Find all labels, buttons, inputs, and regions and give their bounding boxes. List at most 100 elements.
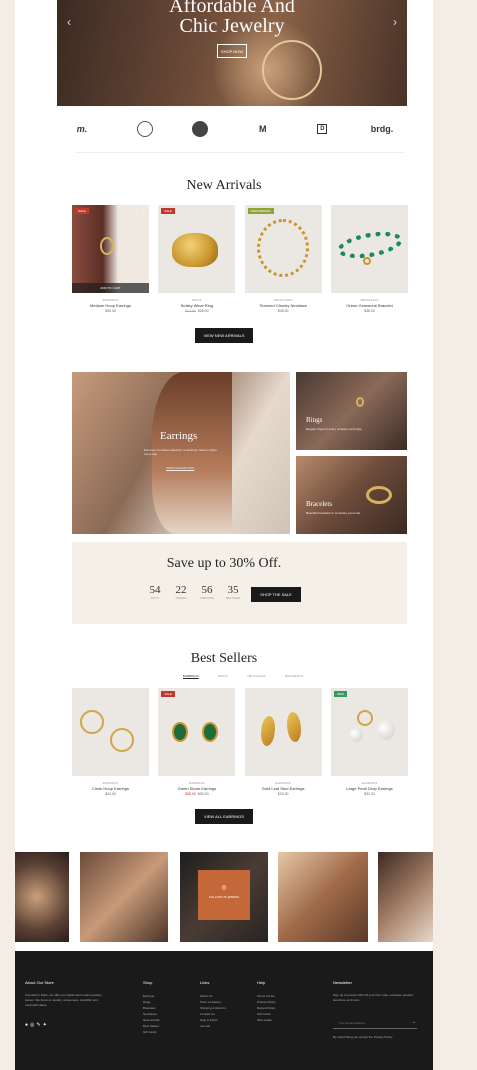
countdown-unit: HOURS xyxy=(175,596,187,600)
category-bracelets[interactable]: Bracelets Beautiful bracelets to complet… xyxy=(296,456,407,534)
tab-rings[interactable]: RINGS xyxy=(218,674,228,678)
brand-logo-6[interactable]: brdg. xyxy=(367,124,397,134)
category-bracelets-desc: Beautiful bracelets to complete your loo… xyxy=(306,511,361,515)
product-price-row: $32.00 $28.00 xyxy=(158,309,235,313)
chevron-left-icon[interactable]: ‹ xyxy=(67,15,71,29)
tab-earrings[interactable]: EARRINGS xyxy=(183,674,199,678)
countdown-days: 54 DAYS xyxy=(146,584,164,600)
footer-help-heading: Help xyxy=(257,980,266,985)
gold-leaf-right xyxy=(286,712,301,742)
footer-link[interactable]: Gift Cards xyxy=(143,1029,160,1035)
product-card[interactable]: SALE EARRINGS Green Stone Earrings $38.0… xyxy=(158,688,236,796)
product-name[interactable]: Circle Hoop Earrings xyxy=(72,786,149,791)
product-price-row: $32.00 xyxy=(331,792,408,796)
product-name[interactable]: Green Gemstone Bracelet xyxy=(331,303,408,308)
product-price: $38.00 xyxy=(364,309,375,313)
product-price: $28.00 xyxy=(197,309,209,313)
brand-logo-2[interactable] xyxy=(136,121,153,137)
product-image[interactable]: NEW xyxy=(330,688,408,776)
product-name[interactable]: Gold Leaf Stud Earrings xyxy=(245,786,322,791)
new-arrivals-grid: SALE ♡ ⌕ ADD TO CART EARRINGS Medium Hoo… xyxy=(72,205,408,313)
product-card[interactable]: NEW ARRIVAL NECKLACES Textured Chunky Ne… xyxy=(244,205,322,313)
product-name[interactable]: Textured Chunky Necklace xyxy=(245,303,322,308)
gallery-image-2[interactable] xyxy=(80,852,168,942)
brand-logo-1[interactable]: m. xyxy=(67,124,97,134)
product-card[interactable]: EARRINGS Gold Leaf Stud Earrings $26.00 xyxy=(244,688,322,796)
product-card[interactable]: NEW EARRINGS Large Pearl Drop Earrings $… xyxy=(330,688,408,796)
newsletter-text: Sign up to receive 10% off your first or… xyxy=(333,993,413,1002)
product-image[interactable]: NEW ARRIVAL xyxy=(244,205,322,293)
footer-about-text: Founded in Paris, we offer you stylish a… xyxy=(25,993,102,1007)
search-icon[interactable]: ⌕ xyxy=(142,208,145,214)
social-icons: ●◎✎✦ xyxy=(25,1022,49,1028)
product-price-row: $45.00 xyxy=(245,309,322,313)
brand-logo-3[interactable] xyxy=(192,121,209,137)
gallery-image-4[interactable] xyxy=(278,852,368,942)
product-image[interactable] xyxy=(330,205,408,293)
product-card[interactable]: BRACELETS Green Gemstone Bracelet $38.00 xyxy=(330,205,408,313)
product-image[interactable]: SALE xyxy=(158,205,236,293)
product-name[interactable]: Medium Hoop Earrings xyxy=(72,303,149,308)
follow-us-card[interactable]: ◎ FOLLOW US @BRDG xyxy=(198,870,250,920)
chevron-right-icon[interactable]: › xyxy=(393,15,397,29)
product-price: $32.00 xyxy=(364,792,375,796)
product-image[interactable] xyxy=(244,688,322,776)
heart-icon[interactable]: ♡ xyxy=(133,208,137,214)
product-category: EARRINGS xyxy=(102,298,119,302)
product-category: EARRINGS xyxy=(188,781,205,785)
add-to-cart-button[interactable]: ADD TO CART xyxy=(72,283,149,293)
hoop-right xyxy=(110,728,134,752)
arrow-right-icon[interactable]: → xyxy=(411,1019,416,1025)
newsletter-note: By subscribing you accept the Privacy Po… xyxy=(333,1035,393,1039)
category-rings-desc: Elegant rings for every occasion and sty… xyxy=(306,427,362,431)
product-price-row: $38.00 $30.00 xyxy=(158,792,235,796)
view-new-arrivals-button[interactable]: VIEW NEW ARRIVALS xyxy=(195,328,253,343)
footer-link[interactable]: Size Guide xyxy=(257,1017,276,1023)
countdown-unit: SECONDS xyxy=(225,596,241,600)
gallery-image-3[interactable]: ◎ FOLLOW US @BRDG xyxy=(180,852,268,942)
category-bracelets-label: Bracelets xyxy=(306,500,333,508)
countdown-unit: MINUTES xyxy=(200,596,214,600)
gallery-image-5[interactable] xyxy=(378,852,433,942)
product-image[interactable]: SALE ♡ ⌕ ADD TO CART xyxy=(72,205,149,293)
brand-logo-4[interactable]: M xyxy=(248,124,278,134)
product-category: EARRINGS xyxy=(361,781,378,785)
product-old-price: $32.00 xyxy=(185,309,196,313)
brand-logos: m. M D brdg. xyxy=(67,118,397,140)
twitter-icon[interactable]: ✦ xyxy=(43,1022,49,1028)
hoop-left xyxy=(80,710,104,734)
product-image[interactable]: SALE xyxy=(158,688,236,776)
product-card[interactable]: EARRINGS Circle Hoop Earrings $24.00 xyxy=(72,688,149,796)
sale-badge: SALE xyxy=(161,208,175,214)
product-name[interactable]: Green Stone Earrings xyxy=(158,786,235,791)
product-name[interactable]: Smiley Wave Ring xyxy=(158,303,235,308)
footer-shop-links: Earrings Rings Bracelets Necklaces New A… xyxy=(143,993,160,1035)
category-earrings[interactable]: Earrings Discover our latest collection … xyxy=(72,372,290,534)
new-badge: NEW xyxy=(333,691,347,697)
view-all-earrings-button[interactable]: VIEW ALL EARRINGS xyxy=(195,809,253,824)
footer-link[interactable]: Journal xyxy=(200,1023,226,1029)
hero-shop-button[interactable]: SHOP NOW xyxy=(217,44,247,58)
category-rings[interactable]: Rings Elegant rings for every occasion a… xyxy=(296,372,407,450)
tab-necklaces[interactable]: NECKLACES xyxy=(247,674,265,678)
newsletter-email-input[interactable] xyxy=(333,1017,417,1029)
best-sellers-title: Best Sellers xyxy=(190,651,258,666)
product-image[interactable] xyxy=(72,688,149,776)
category-rings-label: Rings xyxy=(306,416,323,424)
footer-shop-heading: Shop xyxy=(143,980,153,985)
product-price-row: $26.00 xyxy=(245,792,322,796)
product-name[interactable]: Large Pearl Drop Earrings xyxy=(331,786,408,791)
countdown-seconds: 35 SECONDS xyxy=(224,584,242,600)
product-card[interactable]: SALE RINGS Smiley Wave Ring $32.00 $28.00 xyxy=(158,205,236,313)
gallery-image-1[interactable] xyxy=(15,852,69,942)
brand-logo-5[interactable]: D xyxy=(317,124,328,134)
shop-sale-button[interactable]: SHOP THE SALE xyxy=(251,587,301,602)
product-card[interactable]: SALE ♡ ⌕ ADD TO CART EARRINGS Medium Hoo… xyxy=(72,205,149,313)
tab-bracelets[interactable]: BRACELETS xyxy=(285,674,303,678)
countdown-minutes: 56 MINUTES xyxy=(198,584,216,600)
category-earrings-link[interactable]: SHOP COLLECTION xyxy=(166,466,194,470)
footer-links-list: About Us Store Locations Shipping & Retu… xyxy=(200,993,226,1029)
product-category: BRACELETS xyxy=(360,298,379,302)
product-price-row: $38.00 xyxy=(331,309,408,313)
hero-earring-image xyxy=(262,40,322,100)
